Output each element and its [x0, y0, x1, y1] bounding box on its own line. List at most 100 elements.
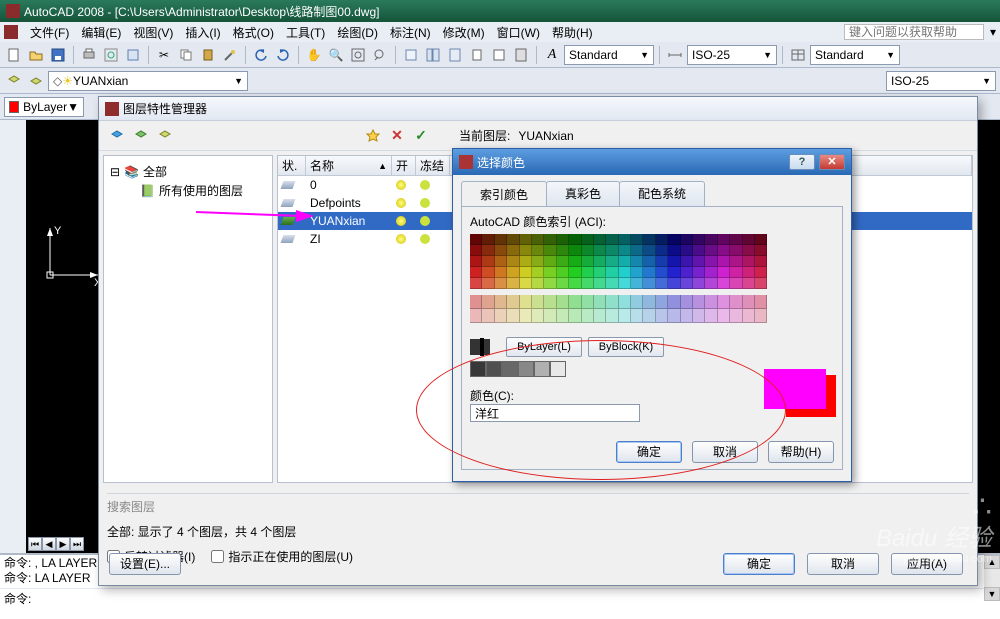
aci-swatch[interactable]: [656, 295, 668, 309]
aci-swatch[interactable]: [705, 295, 717, 309]
aci-swatch[interactable]: [495, 256, 507, 267]
filter-tree[interactable]: ⊟📚全部 📗所有使用的图层: [103, 155, 273, 483]
aci-swatch[interactable]: [594, 245, 606, 256]
aci-swatch[interactable]: [631, 234, 643, 245]
zoom-realtime-icon[interactable]: 🔍: [326, 45, 346, 65]
sun-icon[interactable]: [420, 198, 430, 208]
aci-swatch[interactable]: [730, 267, 742, 278]
aci-swatch[interactable]: [569, 245, 581, 256]
command-scrollbar[interactable]: ▲ ▼: [984, 555, 1000, 601]
aci-swatch[interactable]: [718, 245, 730, 256]
bulb-icon[interactable]: [396, 216, 406, 226]
aci-swatch[interactable]: [718, 309, 730, 323]
aci-swatch[interactable]: [557, 309, 569, 323]
aci-swatch[interactable]: [681, 295, 693, 309]
aci-swatch[interactable]: [681, 309, 693, 323]
aci-swatch[interactable]: [495, 245, 507, 256]
aci-swatch[interactable]: [619, 256, 631, 267]
scroll-up-icon[interactable]: ▲: [984, 555, 1000, 569]
bulb-icon[interactable]: [396, 234, 406, 244]
aci-swatch[interactable]: [606, 295, 618, 309]
aci-swatch[interactable]: [755, 295, 767, 309]
aci-swatch[interactable]: [544, 234, 556, 245]
aci-swatch[interactable]: [594, 234, 606, 245]
text-style-combo[interactable]: Standard▼: [564, 45, 654, 65]
aci-swatch[interactable]: [643, 295, 655, 309]
markup-icon[interactable]: [489, 45, 509, 65]
aci-swatch[interactable]: [606, 267, 618, 278]
save-icon[interactable]: [48, 45, 68, 65]
tab-index-color[interactable]: 索引颜色: [461, 181, 547, 206]
aci-swatch[interactable]: [544, 256, 556, 267]
aci-swatch[interactable]: [544, 295, 556, 309]
tab-prev-icon[interactable]: ◀: [42, 537, 56, 551]
aci-swatch[interactable]: [520, 256, 532, 267]
tab-true-color[interactable]: 真彩色: [546, 181, 620, 206]
aci-swatch[interactable]: [755, 278, 767, 289]
aci-swatch[interactable]: [718, 256, 730, 267]
color-dlg-title-bar[interactable]: 选择颜色 ? ✕: [453, 149, 851, 175]
aci-swatch[interactable]: [557, 278, 569, 289]
cut-icon[interactable]: ✂: [154, 45, 174, 65]
zoom-window-icon[interactable]: [348, 45, 368, 65]
aci-swatch[interactable]: [594, 256, 606, 267]
layer-combo[interactable]: ◇ ☀ YUANxian ▼: [48, 71, 248, 91]
aci-swatch[interactable]: [718, 295, 730, 309]
aci-swatch[interactable]: [569, 309, 581, 323]
aci-swatch[interactable]: [470, 295, 482, 309]
sun-icon[interactable]: [420, 216, 430, 226]
aci-swatch[interactable]: [482, 278, 494, 289]
aci-swatch[interactable]: [681, 267, 693, 278]
aci-swatch[interactable]: [482, 234, 494, 245]
aci-swatch[interactable]: [705, 309, 717, 323]
aci-swatch[interactable]: [743, 309, 755, 323]
aci-swatch[interactable]: [495, 267, 507, 278]
aci-swatch[interactable]: [705, 256, 717, 267]
dim-style-combo[interactable]: ISO-25▼: [687, 45, 777, 65]
aci-swatch[interactable]: [470, 245, 482, 256]
aci-swatch[interactable]: [743, 256, 755, 267]
aci-swatch[interactable]: [668, 245, 680, 256]
aci-swatch[interactable]: [520, 278, 532, 289]
aci-swatch[interactable]: [532, 295, 544, 309]
aci-swatch[interactable]: [656, 256, 668, 267]
aci-swatch[interactable]: [656, 278, 668, 289]
col-on[interactable]: 开: [392, 156, 416, 175]
layer-dlg-title-bar[interactable]: 图层特性管理器: [99, 97, 977, 121]
pan-icon[interactable]: ✋: [304, 45, 324, 65]
aci-swatch[interactable]: [544, 267, 556, 278]
aci-swatch[interactable]: [730, 256, 742, 267]
aci-swatch[interactable]: [619, 267, 631, 278]
indicate-in-use-checkbox[interactable]: 指示正在使用的图层(U): [211, 548, 353, 565]
aci-swatch[interactable]: [495, 234, 507, 245]
aci-swatch[interactable]: [544, 309, 556, 323]
aci-swatch[interactable]: [544, 245, 556, 256]
properties-icon[interactable]: [401, 45, 421, 65]
menu-edit[interactable]: 编辑(E): [75, 22, 127, 43]
gray-swatch[interactable]: [502, 361, 518, 377]
redo-icon[interactable]: [273, 45, 293, 65]
dim-style2-combo[interactable]: ISO-25▼: [886, 71, 996, 91]
aci-swatch[interactable]: [631, 256, 643, 267]
aci-swatch[interactable]: [743, 245, 755, 256]
menu-file[interactable]: 文件(F): [24, 22, 75, 43]
aci-swatch[interactable]: [569, 256, 581, 267]
layer-prop-icon[interactable]: [4, 71, 24, 91]
aci-swatch[interactable]: [470, 234, 482, 245]
text-icon[interactable]: A: [542, 45, 562, 65]
scroll-down-icon[interactable]: ▼: [984, 587, 1000, 601]
aci-swatch[interactable]: [643, 309, 655, 323]
aci-palette[interactable]: [470, 234, 834, 289]
aci-swatch[interactable]: [730, 309, 742, 323]
menu-insert[interactable]: 插入(I): [179, 22, 226, 43]
layer-prev-icon[interactable]: [26, 71, 46, 91]
aci-swatch[interactable]: [643, 245, 655, 256]
aci-swatch[interactable]: [631, 278, 643, 289]
gray-swatch[interactable]: [534, 361, 550, 377]
aci-swatch[interactable]: [619, 309, 631, 323]
aci-swatch[interactable]: [482, 245, 494, 256]
menu-draw[interactable]: 绘图(D): [331, 22, 384, 43]
aci-swatch[interactable]: [668, 309, 680, 323]
aci-swatch[interactable]: [606, 245, 618, 256]
aci-swatch[interactable]: [532, 245, 544, 256]
